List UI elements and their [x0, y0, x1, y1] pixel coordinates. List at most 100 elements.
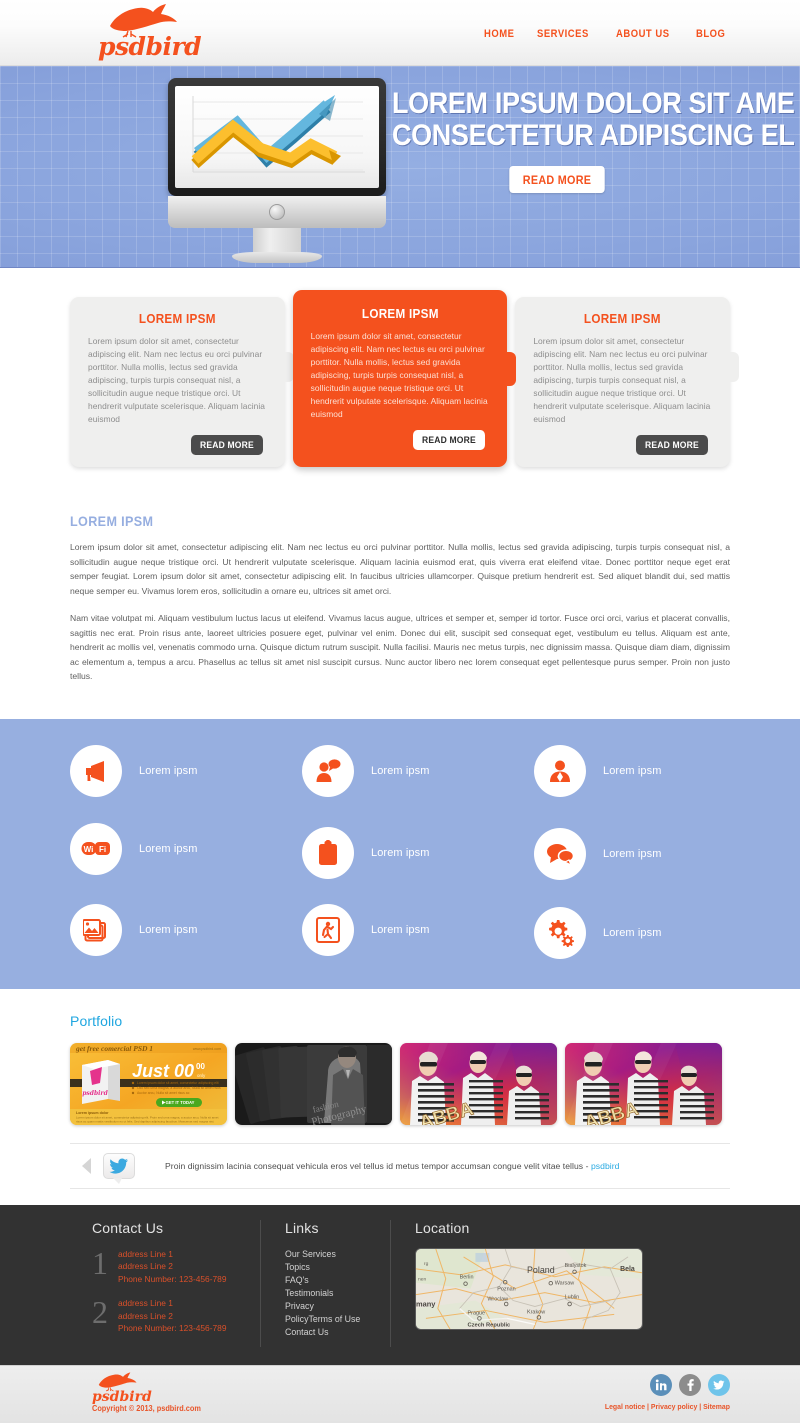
photos-icon — [83, 918, 106, 941]
linkedin-icon — [655, 1379, 667, 1390]
footer-link-policy-terms[interactable]: PolicyTerms of Use — [285, 1313, 390, 1326]
nav-item-services[interactable]: SERVICES — [537, 28, 589, 40]
footer-link-privacy[interactable]: Privacy — [285, 1300, 390, 1313]
feature-box-read-more-button[interactable]: READ MORE — [636, 435, 709, 455]
box-notch — [275, 352, 294, 382]
feature-box-title: LOREM IPSM — [584, 311, 662, 326]
feature-box-read-more-button[interactable]: READ MORE — [413, 430, 486, 450]
nav-item-about-us[interactable]: ABOUT US — [616, 28, 670, 40]
bottom-logo-text: psdbird — [92, 1388, 152, 1405]
footer-link-topics[interactable]: Topics — [285, 1261, 390, 1274]
svg-text:get free comercial PSD 1: get free comercial PSD 1 — [75, 1044, 153, 1053]
portfolio-thumb-1[interactable]: get free comercial PSD 1 www.psdbird.com… — [70, 1042, 227, 1125]
social-linkedin-button[interactable] — [650, 1373, 672, 1396]
svg-text:rg: rg — [424, 1260, 429, 1266]
address-line-2: address Line 2 — [118, 1310, 173, 1321]
site-header: psdbird HOME SERVICES ABOUT US BLOG — [0, 0, 800, 66]
svg-text:risus ac quam mattis vestibulu: risus ac quam mattis vestibulum eu ut fe… — [76, 1119, 214, 1123]
hero-text-block: LOREM IPSUM DOLOR SIT AME CONSECTETUR AD… — [392, 88, 795, 193]
svg-text:Berlin: Berlin — [460, 1274, 474, 1280]
svg-text:Just 00: Just 00 — [132, 1061, 194, 1081]
bottom-logo[interactable]: psdbird — [92, 1371, 154, 1404]
twitter-bubble — [103, 1152, 135, 1184]
service-icon-wrap — [302, 826, 354, 879]
feature-box-body: Lorem ipsum dolor sit amet, consectetur … — [310, 331, 488, 419]
svg-text:psdbird: psdbird — [82, 1090, 108, 1097]
service-item-2[interactable]: Lorem ipsm — [290, 744, 510, 797]
legal-links[interactable]: Legal notice | Privacy policy | Sitemap — [605, 1402, 730, 1411]
content-paragraph-2: Nam vitae volutpat mi. Aliquam vestibulu… — [70, 613, 730, 681]
bird-logo-icon — [98, 1371, 137, 1391]
service-item-9[interactable]: Lorem ipsm — [510, 901, 730, 959]
user-icon — [550, 760, 570, 782]
service-item-6[interactable]: Lorem ipsm — [510, 818, 730, 880]
tweet-handle[interactable]: psdbird — [591, 1161, 620, 1171]
footer-link-testimonials[interactable]: Testimonials — [285, 1287, 390, 1300]
svg-text:nen: nen — [418, 1277, 426, 1282]
service-item-4[interactable]: Wi Fi Lorem ipsm — [70, 818, 290, 880]
map-graphic: Poland Berlin Poznan Warsaw Bialystok Be… — [416, 1248, 642, 1329]
running-man-exit-icon — [316, 916, 340, 943]
address-number: 2 — [92, 1294, 108, 1330]
social-twitter-button[interactable] — [708, 1373, 730, 1396]
svg-text:Poland: Poland — [527, 1264, 555, 1274]
content-paragraph-1: Lorem ipsum dolor sit amet, consectetur … — [70, 542, 730, 596]
svg-text:www.psdbird.com: www.psdbird.com — [193, 1047, 221, 1051]
footer-contact-title: Contact Us — [92, 1219, 164, 1236]
service-icon-wrap — [302, 903, 354, 956]
service-item-1[interactable]: Lorem ipsm — [70, 744, 290, 797]
portfolio-thumb-4[interactable]: ABBA — [565, 1042, 722, 1125]
prev-arrow-icon[interactable] — [82, 1157, 91, 1174]
fashion-photography-cards-image: fashion Photography — [235, 1042, 392, 1125]
hero-banner: LOREM IPSUM DOLOR SIT AME CONSECTETUR AD… — [0, 66, 800, 268]
service-label: Lorem ipsm — [139, 764, 198, 777]
feature-box-1: LOREM IPSM Lorem ipsum dolor sit amet, c… — [70, 297, 294, 467]
footer-address-2: 2 address Line 1 address Line 2 Phone Nu… — [92, 1294, 260, 1335]
service-icon-wrap — [534, 906, 586, 959]
portfolio-thumb-3[interactable]: ABBA — [400, 1042, 557, 1125]
service-icon-wrap — [534, 827, 586, 880]
service-label: Lorem ipsm — [603, 764, 662, 777]
site-logo[interactable]: psdbird — [98, 4, 218, 62]
service-label: Lorem ipsm — [371, 764, 430, 777]
copyright-text: Copyright © 2013, psdbird.com — [92, 1403, 201, 1413]
footer-contact-column: Contact Us 1 address Line 1 address Line… — [70, 1220, 260, 1347]
party-girl-poster-1-image: ABBA — [400, 1042, 557, 1125]
portfolio-thumb-2[interactable]: fashion Photography — [235, 1042, 392, 1125]
user-speech-bubble-icon — [316, 758, 341, 782]
service-item-3[interactable]: Lorem ipsm — [510, 744, 730, 797]
svg-text:Krakow: Krakow — [527, 1309, 545, 1315]
feature-box-body: Lorem ipsum dolor sit amet, consectetur … — [533, 336, 711, 424]
footer-link-contact-us[interactable]: Contact Us — [285, 1326, 390, 1339]
footer-address-1: 1 address Line 1 address Line 2 Phone Nu… — [92, 1247, 260, 1286]
footer-link-our-services[interactable]: Our Services — [285, 1248, 390, 1261]
service-item-5[interactable]: Lorem ipsm — [290, 818, 510, 880]
psd-product-box-promo-image: get free comercial PSD 1 www.psdbird.com… — [70, 1042, 227, 1125]
footer-links-column: Links Our Services Topics FAQ's Testimon… — [260, 1219, 390, 1347]
svg-text:Bialystok: Bialystok — [565, 1262, 587, 1268]
feature-box-read-more-button[interactable]: READ MORE — [190, 435, 263, 455]
monitor-screen — [175, 86, 379, 188]
footer-link-faqs[interactable]: FAQ's — [285, 1274, 390, 1287]
tweet-body: Proin dignissim lacinia consequat vehicu… — [165, 1160, 584, 1171]
service-item-8[interactable]: Lorem ipsm — [290, 901, 510, 959]
service-label: Lorem ipsm — [371, 923, 430, 936]
service-label: Lorem ipsm — [139, 842, 198, 855]
service-icon-wrap: Wi Fi — [70, 822, 122, 875]
footer-location-title: Location — [415, 1219, 470, 1236]
footer-link-list: Our Services Topics FAQ's Testimonials P… — [285, 1248, 390, 1339]
svg-text:Wi: Wi — [84, 845, 94, 854]
nav-item-home[interactable]: HOME — [484, 28, 514, 40]
svg-text:Czech Republic: Czech Republic — [468, 1322, 512, 1328]
social-facebook-button[interactable] — [679, 1373, 701, 1396]
location-map[interactable]: Poland Berlin Poznan Warsaw Bialystok Be… — [415, 1247, 643, 1330]
nav-item-blog[interactable]: BLOG — [696, 28, 725, 40]
hero-monitor-illustration — [168, 78, 386, 263]
svg-text:Lorem ipsum dolor sit amet, co: Lorem ipsum dolor sit amet, consectetur … — [137, 1081, 219, 1085]
svg-text:only: only — [197, 1073, 206, 1078]
tweet-text: Proin dignissim lacinia consequat vehicu… — [165, 1161, 620, 1171]
hero-read-more-button[interactable]: READ MORE — [509, 166, 605, 193]
monitor-power-dot — [269, 204, 285, 220]
service-item-7[interactable]: Lorem ipsm — [70, 901, 290, 959]
monitor-bezel — [168, 78, 386, 196]
